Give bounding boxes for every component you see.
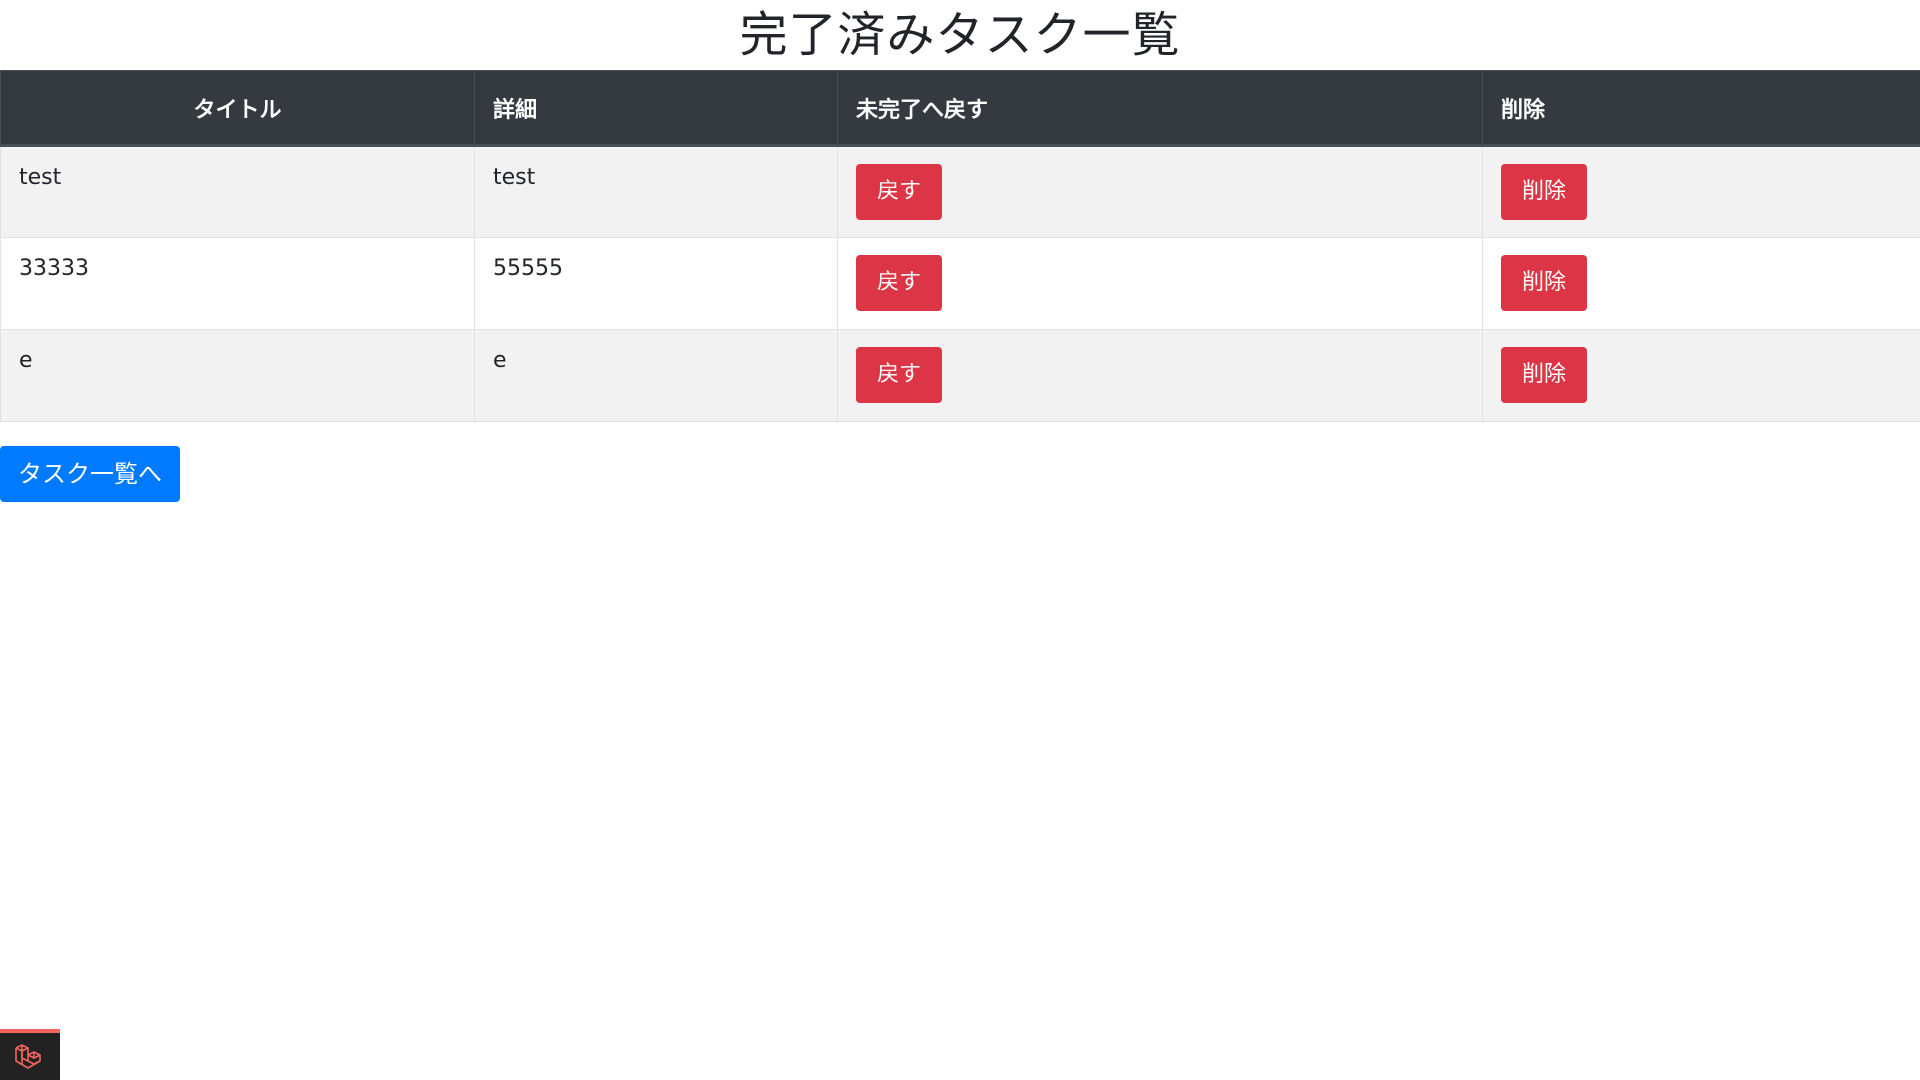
debugbar-toggle[interactable] (0, 1029, 60, 1080)
revert-button[interactable]: 戻す (856, 347, 942, 403)
page-title: 完了済みタスク一覧 (739, 7, 1181, 63)
completed-tasks-table: タイトル 詳細 未完了へ戻す 削除 test test 戻す 削除 33333 … (0, 70, 1920, 422)
table-header: タイトル 詳細 未完了へ戻す 削除 (0, 70, 1920, 147)
column-header-title: タイトル (0, 70, 475, 147)
revert-cell: 戻す (837, 237, 1483, 330)
column-header-delete: 削除 (1482, 70, 1920, 147)
delete-button[interactable]: 削除 (1501, 255, 1587, 311)
delete-button[interactable]: 削除 (1501, 347, 1587, 403)
task-detail-cell: e (474, 329, 838, 422)
revert-cell: 戻す (837, 329, 1483, 422)
revert-button[interactable]: 戻す (856, 164, 942, 220)
task-detail-cell: 55555 (474, 237, 838, 330)
delete-cell: 削除 (1482, 237, 1920, 330)
table-row: 33333 55555 戻す 削除 (0, 237, 1920, 330)
back-to-task-list-button[interactable]: タスク一覧へ (0, 446, 180, 502)
laravel-logo-icon (15, 1044, 41, 1069)
revert-button[interactable]: 戻す (856, 255, 942, 311)
table-row: test test 戻す 削除 (0, 145, 1920, 238)
task-title-cell: 33333 (0, 237, 475, 330)
table-row: e e 戻す 削除 (0, 329, 1920, 422)
column-header-revert: 未完了へ戻す (837, 70, 1483, 147)
delete-cell: 削除 (1482, 329, 1920, 422)
task-title-cell: e (0, 329, 475, 422)
task-detail-cell: test (474, 145, 838, 238)
delete-button[interactable]: 削除 (1501, 164, 1587, 220)
column-header-detail: 詳細 (474, 70, 838, 147)
revert-cell: 戻す (837, 145, 1483, 238)
task-title-cell: test (0, 145, 475, 238)
delete-cell: 削除 (1482, 145, 1920, 238)
